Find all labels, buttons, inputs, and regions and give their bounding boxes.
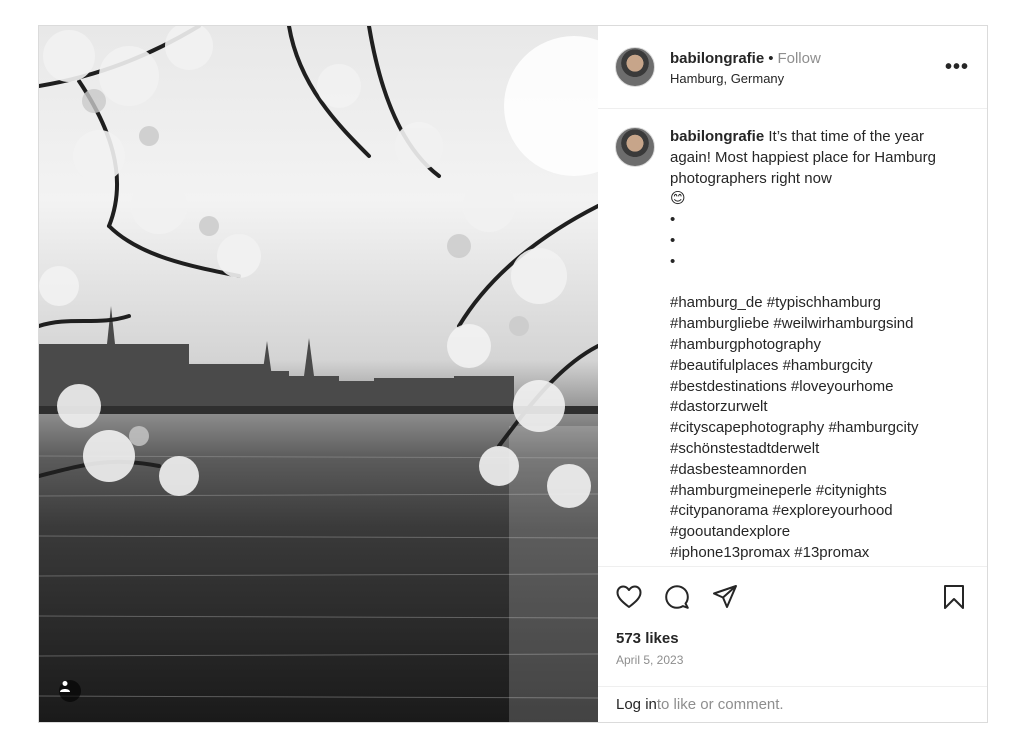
- likes-count[interactable]: 573 likes: [598, 626, 987, 647]
- photo-scene: [39, 26, 598, 722]
- post-card: babilongrafie • Follow Hamburg, Germany ••…: [38, 25, 988, 723]
- bookmark-icon[interactable]: [943, 583, 971, 611]
- bullet: •: [670, 211, 676, 229]
- caption-emoji: 😊: [670, 190, 686, 208]
- comment-icon[interactable]: [664, 583, 692, 611]
- caption-avatar[interactable]: [615, 127, 655, 167]
- caption-bullets: • • •: [670, 210, 955, 272]
- user-tag-icon[interactable]: [59, 680, 81, 702]
- post-sidebar: babilongrafie • Follow Hamburg, Germany ••…: [598, 26, 987, 722]
- separator-dot: •: [768, 49, 774, 67]
- login-prompt-text: to like or comment.: [656, 696, 784, 713]
- avatar[interactable]: [615, 47, 655, 87]
- action-bar: [598, 566, 987, 626]
- login-link[interactable]: Log in: [616, 696, 657, 713]
- caption: babilongrafie It’s that time of the year…: [670, 127, 955, 566]
- share-icon[interactable]: [712, 583, 740, 611]
- bullet: •: [670, 231, 676, 249]
- username-link[interactable]: babilongrafie: [670, 50, 764, 67]
- bullet: •: [670, 252, 676, 270]
- heart-icon[interactable]: [616, 583, 644, 611]
- post-header: babilongrafie • Follow Hamburg, Germany ••…: [598, 26, 987, 109]
- caption-username[interactable]: babilongrafie: [670, 128, 764, 145]
- login-prompt: Log in to like or comment.: [598, 686, 987, 722]
- location-link[interactable]: Hamburg, Germany: [670, 71, 945, 86]
- follow-button[interactable]: Follow: [777, 50, 820, 67]
- post-date: April 5, 2023: [616, 653, 684, 667]
- caption-area: babilongrafie It’s that time of the year…: [598, 109, 987, 566]
- caption-hashtags: #hamburg_de #typischhamburg #hamburglieb…: [670, 294, 919, 561]
- more-options-icon[interactable]: •••: [945, 56, 969, 79]
- post-photo[interactable]: [39, 26, 598, 722]
